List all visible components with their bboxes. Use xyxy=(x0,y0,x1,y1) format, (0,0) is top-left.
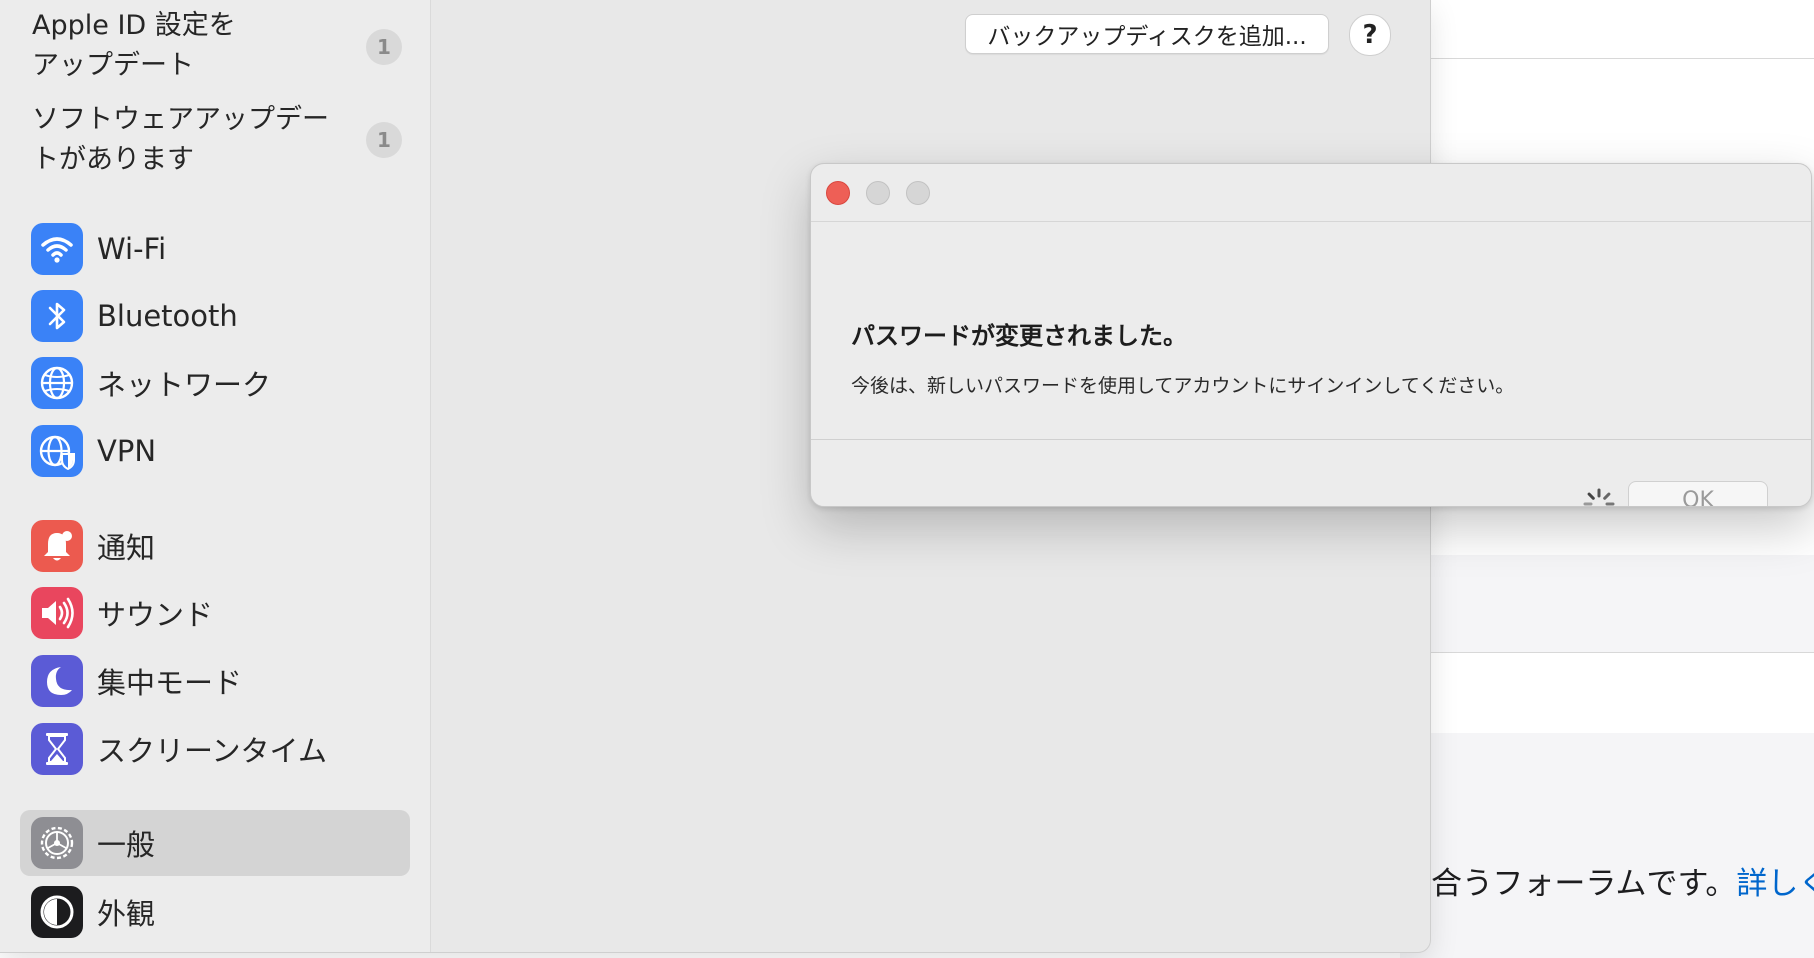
sidebar-item-label: Bluetooth xyxy=(97,299,238,333)
forum-description: け合うフォーラムです。 xyxy=(1400,866,1737,902)
sidebar-item-label: スクリーンタイム xyxy=(97,734,327,768)
update-label-line1: ソフトウェアアップデー xyxy=(32,104,329,135)
globe-icon xyxy=(31,357,83,409)
divider xyxy=(1400,58,1814,59)
sidebar-item-label: 通知 xyxy=(97,531,156,565)
appearance-icon xyxy=(31,886,83,938)
gear-icon xyxy=(31,817,83,869)
bell-icon xyxy=(31,520,83,572)
vpn-globe-icon xyxy=(31,425,83,477)
ok-button[interactable]: OK xyxy=(1628,481,1768,506)
update-label-line1: Apple ID 設定を xyxy=(32,10,236,41)
sidebar-item-label: 一般 xyxy=(97,828,156,862)
dialog-message: 今後は、新しいパスワードを使用してアカウントにサインインしてください。 xyxy=(851,375,1515,397)
moon-icon xyxy=(31,655,83,707)
forum-text: け合うフォーラムです。詳しくは xyxy=(1400,858,1814,903)
add-backup-disk-button[interactable]: バックアップディスクを追加... xyxy=(965,14,1329,54)
minimize-window-button[interactable] xyxy=(866,181,890,205)
sidebar-item-label: サウンド xyxy=(97,598,214,632)
hourglass-icon xyxy=(31,723,83,775)
sidebar-update-apple-id[interactable]: Apple ID 設定を アップデート 1 xyxy=(32,6,402,86)
wifi-icon xyxy=(31,223,83,275)
spinner-icon xyxy=(1583,488,1615,506)
update-badge: 1 xyxy=(366,29,402,65)
speaker-icon xyxy=(31,587,83,639)
sidebar-item-general[interactable]: 一般 xyxy=(20,810,410,876)
update-label-line2: トがあります xyxy=(32,144,194,175)
sidebar: Apple ID 設定を アップデート 1 ソフトウェアアップデー トがあります… xyxy=(0,0,431,952)
sidebar-item-vpn[interactable]: VPN xyxy=(20,418,410,484)
sidebar-item-label: 集中モード xyxy=(97,666,243,700)
sidebar-item-notifications[interactable]: 通知 xyxy=(20,513,410,579)
gray-band xyxy=(1400,555,1814,652)
zoom-window-button[interactable] xyxy=(906,181,930,205)
sidebar-item-bluetooth[interactable]: Bluetooth xyxy=(20,283,410,349)
sidebar-item-focus[interactable]: 集中モード xyxy=(20,648,410,714)
sidebar-update-software[interactable]: ソフトウェアアップデー トがあります 1 xyxy=(32,100,402,180)
sidebar-item-network[interactable]: ネットワーク xyxy=(20,350,410,416)
sidebar-item-label: Wi-Fi xyxy=(97,232,167,266)
dialog-titlebar xyxy=(811,164,1811,222)
sidebar-item-label: VPN xyxy=(97,434,157,468)
dialog-title: パスワードが変更されました。 xyxy=(851,322,1187,350)
sidebar-item-sound[interactable]: サウンド xyxy=(20,580,410,646)
divider xyxy=(811,439,1811,440)
sidebar-item-wifi[interactable]: Wi-Fi xyxy=(20,216,410,282)
update-badge: 1 xyxy=(366,122,402,158)
gray-band xyxy=(1400,733,1814,958)
help-button[interactable]: ? xyxy=(1349,14,1391,56)
update-label-line2: アップデート xyxy=(32,50,194,81)
sidebar-item-screen-time[interactable]: スクリーンタイム xyxy=(20,716,410,782)
sidebar-item-label: ネットワーク xyxy=(97,368,272,402)
learn-more-link[interactable]: 詳しくは xyxy=(1736,866,1814,902)
close-window-button[interactable] xyxy=(826,181,850,205)
bluetooth-icon xyxy=(31,290,83,342)
sidebar-item-appearance[interactable]: 外観 xyxy=(20,879,410,945)
divider xyxy=(1400,652,1814,653)
password-changed-dialog: パスワードが変更されました。 今後は、新しいパスワードを使用してアカウントにサイ… xyxy=(810,163,1812,507)
sidebar-item-label: 外観 xyxy=(97,897,156,931)
